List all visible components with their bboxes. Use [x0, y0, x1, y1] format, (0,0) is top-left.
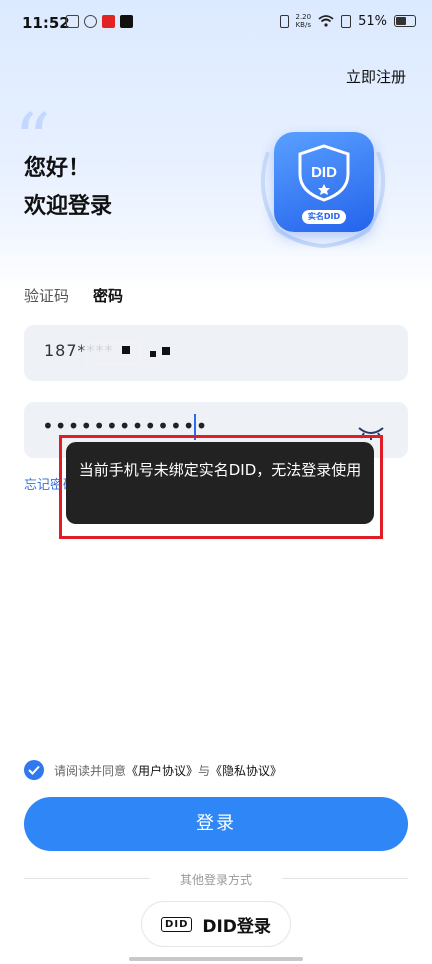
- net-speed-value: 2.20: [295, 13, 312, 21]
- tab-password[interactable]: 密码: [93, 285, 123, 306]
- agreement-row: 请阅读并同意 《用户协议》 与 《隐私协议》: [24, 760, 282, 780]
- did-badge: DID 实名DID: [274, 132, 374, 232]
- did-login-button[interactable]: DID DID登录: [141, 901, 291, 947]
- app-icon: [84, 15, 97, 28]
- home-indicator[interactable]: [129, 957, 303, 961]
- agreement-checkbox[interactable]: [24, 760, 44, 780]
- privacy-mask: [162, 347, 170, 355]
- privacy-blur: [84, 339, 144, 367]
- wifi-icon: [318, 15, 334, 27]
- greeting-line-2: 欢迎登录: [24, 194, 113, 219]
- register-link[interactable]: 立即注册: [346, 66, 406, 87]
- did-badge-logo: DID 实名DID: [248, 122, 398, 250]
- other-login-divider: 其他登录方式: [24, 870, 408, 888]
- battery-icon: [394, 15, 416, 27]
- did-login-label: DID登录: [202, 916, 271, 937]
- status-bar: 11:52 2.20 KB/s 51%: [0, 0, 432, 48]
- notification-icons: [66, 15, 133, 28]
- shield-icon: DID: [298, 144, 350, 202]
- red-app-icon: [102, 15, 115, 28]
- phone-input[interactable]: 187****: [24, 325, 408, 381]
- greeting: 您好！ 欢迎登录: [24, 150, 112, 226]
- tiktok-icon: [120, 15, 133, 28]
- tab-verification-code[interactable]: 验证码: [24, 285, 69, 306]
- badge-caption: 实名DID: [302, 210, 346, 224]
- privacy-mask: [150, 351, 156, 357]
- check-icon: [28, 765, 40, 775]
- net-speed: 2.20 KB/s: [296, 13, 312, 29]
- login-button[interactable]: 登录: [24, 797, 408, 851]
- battery-percent: 51%: [358, 13, 387, 29]
- agreement-prefix: 请阅读并同意: [54, 763, 127, 778]
- other-login-title: 其他登录方式: [179, 873, 252, 887]
- greeting-line-1: 您好！: [24, 156, 91, 181]
- privacy-agreement-link[interactable]: 《隐私协议》: [210, 762, 282, 779]
- toast-message: 当前手机号未绑定实名DID，无法登录使用: [66, 442, 374, 524]
- did-logo-icon: DID: [161, 916, 193, 932]
- status-right: 2.20 KB/s 51%: [279, 13, 416, 29]
- privacy-mask: [122, 346, 130, 354]
- net-speed-unit: KB/s: [295, 21, 311, 29]
- vibrate-icon: [279, 14, 289, 28]
- user-agreement-link[interactable]: 《用户协议》: [126, 762, 198, 779]
- login-tabs: 验证码 密码: [24, 285, 123, 306]
- agreement-and: 与: [198, 763, 211, 778]
- badge-text: DID: [311, 164, 337, 181]
- status-time: 11:52: [22, 14, 70, 32]
- divider-right: [282, 878, 408, 879]
- sim-off-icon: [341, 14, 352, 28]
- sim-icon: [66, 15, 79, 28]
